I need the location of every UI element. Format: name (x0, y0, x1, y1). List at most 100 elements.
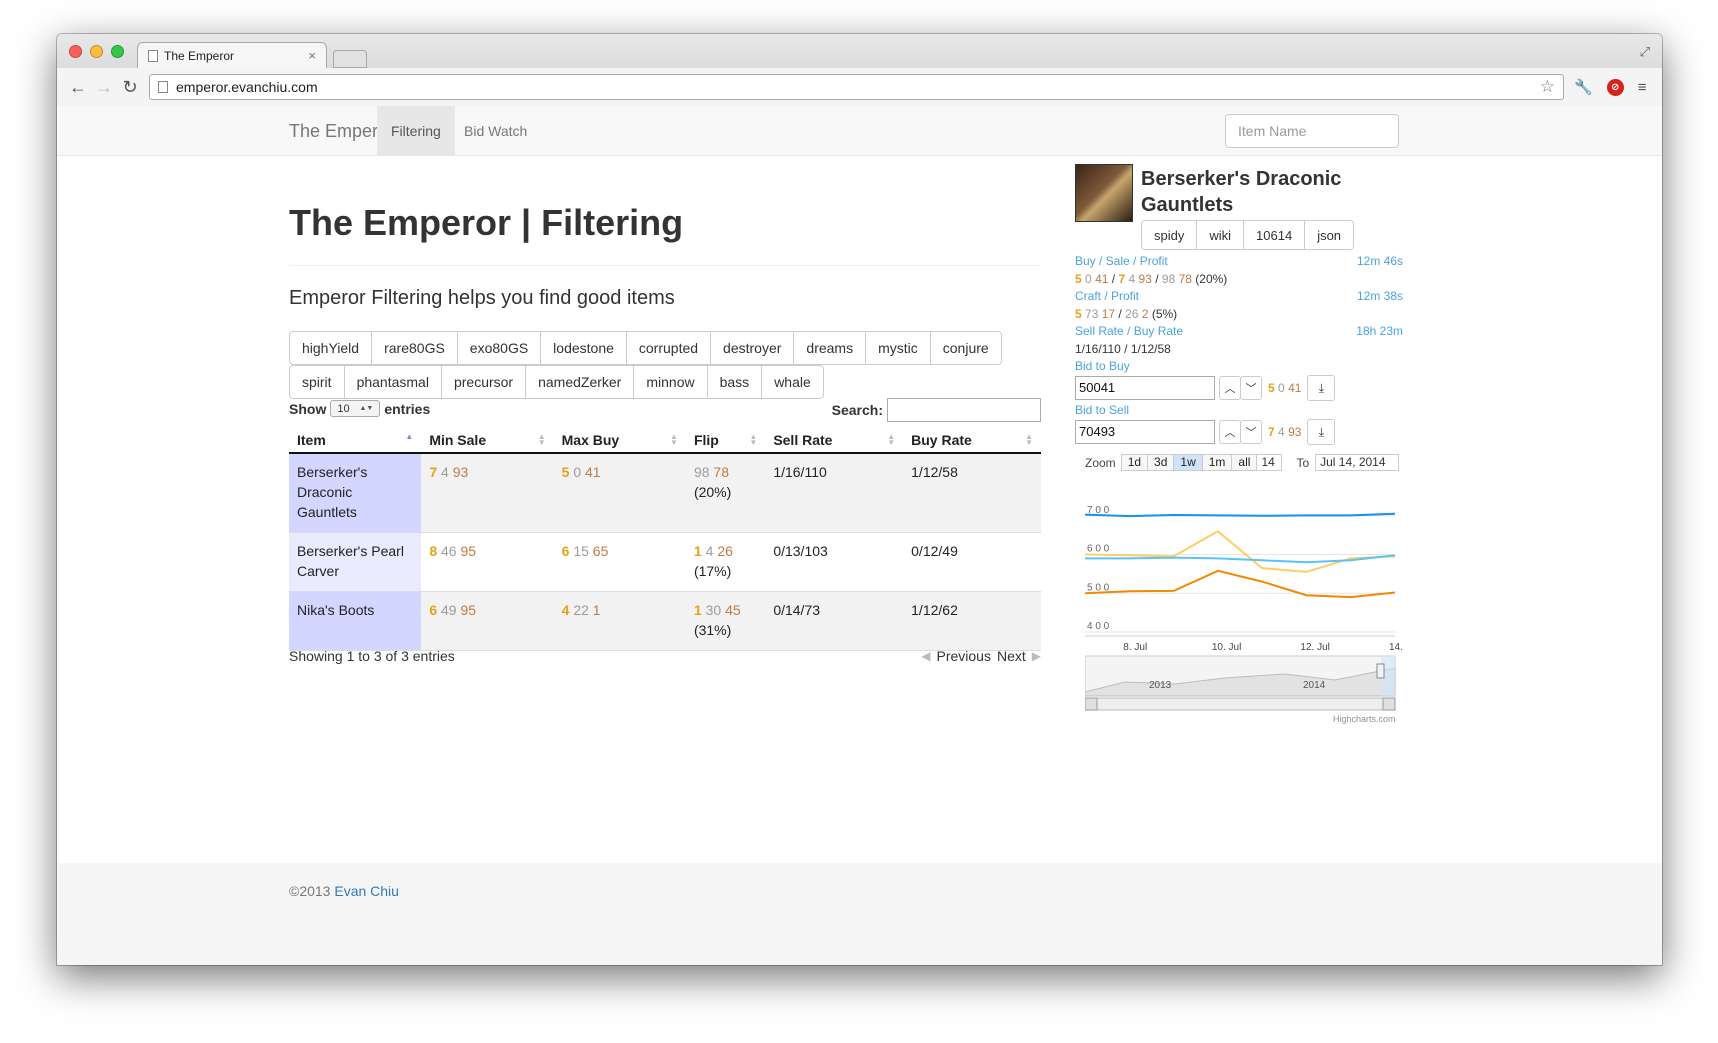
filter-phantasmal-button[interactable]: phantasmal (343, 365, 442, 399)
pagination: ◀ Previous Next ▶ (921, 648, 1041, 664)
copy-icon[interactable]: ⤓ (1307, 419, 1336, 445)
filter-exo80gs-button[interactable]: exo80GS (456, 331, 542, 365)
browser-tab[interactable]: The Emperor × (137, 42, 327, 68)
filter-destroyer-button[interactable]: destroyer (710, 331, 795, 365)
buy-sale-header: Buy / Sale / Profit 12m 46s (1075, 254, 1405, 270)
wiki-button[interactable]: wiki (1196, 220, 1245, 250)
cell-item[interactable]: Nika's Boots (289, 591, 422, 651)
craft-profit-link[interactable]: Craft / Profit (1075, 289, 1139, 303)
next-arrow-icon[interactable]: ▶ (1032, 649, 1041, 663)
address-bar[interactable]: emperor.evanchiu.com ☆ (149, 74, 1564, 100)
minimize-window-icon[interactable] (90, 45, 103, 58)
scrollbar-track[interactable] (1085, 697, 1396, 711)
close-window-icon[interactable] (69, 45, 82, 58)
filter-precursor-button[interactable]: precursor (440, 365, 527, 399)
filter-bass-button[interactable]: bass (706, 365, 763, 399)
adblock-icon[interactable]: ⊘ (1606, 78, 1624, 96)
rate-values: 1/16/110 / 1/12/58 (1075, 342, 1171, 356)
zoom-1w-button[interactable]: 1w (1173, 454, 1203, 471)
close-tab-icon[interactable]: × (308, 48, 316, 63)
item-id-button[interactable]: 10614 (1243, 220, 1306, 250)
to-date-input[interactable]: Jul 14, 2014 (1315, 454, 1400, 471)
x-tick-label: 12. Jul (1300, 642, 1329, 653)
filter-minnow-button[interactable]: minnow (633, 365, 708, 399)
table-row[interactable]: Berserker's Pearl Carver 8 46 95 6 15 65 1 … (289, 532, 1041, 592)
copy-icon[interactable]: ⤓ (1307, 375, 1336, 401)
filter-rare80gs-button[interactable]: rare80GS (371, 331, 458, 365)
col-header-buy-rate[interactable]: Buy Rate ▲ ▼ (903, 426, 1041, 454)
author-link[interactable]: Evan Chiu (334, 883, 399, 899)
chart-credit[interactable]: Highcharts.com (1333, 714, 1396, 724)
cell-item[interactable]: Berserker's Draconic Gauntlets (289, 453, 422, 533)
col-header-item[interactable]: Item ▲ (289, 426, 422, 454)
scroll-left-button[interactable] (1085, 697, 1098, 711)
increment-up-icon[interactable]: ︿ (1219, 376, 1241, 400)
nav-bid-watch[interactable]: Bid Watch (450, 106, 541, 156)
col-header-min-sale[interactable]: Min Sale ▲ ▼ (421, 426, 554, 454)
new-tab-button[interactable] (333, 50, 367, 68)
navigator-handle[interactable] (1376, 663, 1385, 679)
reload-icon[interactable]: ↻ (117, 74, 143, 100)
forward-arrow-icon[interactable]: → (91, 74, 117, 100)
zoom-window-icon[interactable] (111, 45, 124, 58)
bookmark-star-icon[interactable]: ☆ (1540, 77, 1555, 97)
filter-lodestone-button[interactable]: lodestone (540, 331, 627, 365)
entries-select[interactable]: 10 ▲▼ (330, 400, 381, 417)
spidy-button[interactable]: spidy (1141, 220, 1198, 250)
bid-sell-input[interactable]: 70493 (1075, 420, 1215, 444)
wrench-icon[interactable]: 🔧 (1574, 78, 1593, 96)
filter-corrupted-button[interactable]: corrupted (625, 331, 712, 365)
table-info: Showing 1 to 3 of 3 entries (289, 648, 455, 664)
bid-buy-input[interactable]: 50041 (1075, 376, 1215, 400)
bid-sell-row: 70493 ︿ ﹀ 7 4 93 ⤓ (1075, 419, 1405, 445)
craft-header: Craft / Profit 12m 38s (1075, 289, 1405, 305)
filter-dreams-button[interactable]: dreams (793, 331, 867, 365)
filter-spirit-button[interactable]: spirit (289, 365, 345, 399)
col-header-flip[interactable]: Flip ▲ ▼ (685, 426, 766, 454)
x-tick-label: 14. Jul (1389, 642, 1405, 653)
url-text: emperor.evanchiu.com (176, 79, 318, 95)
buy-sale-profit-link[interactable]: Buy / Sale / Profit (1075, 254, 1168, 268)
filter-conjure-button[interactable]: conjure (929, 331, 1002, 365)
fullscreen-icon[interactable]: ⤢ (1640, 44, 1650, 60)
table-search-input[interactable] (887, 398, 1041, 422)
table-row[interactable]: Nika's Boots 6 49 95 4 22 11 30 45 (31%) 0/1… (289, 591, 1041, 651)
bid-buy-row: 50041 ︿ ﹀ 5 0 41 ⤓ (1075, 375, 1405, 401)
to-label: To (1296, 455, 1310, 470)
range-selector: Zoom 1d 3d 1w 1m all 14 To Jul 14, 2014 (1085, 454, 1400, 471)
filter-namedzerker-button[interactable]: namedZerker (525, 365, 635, 399)
from-date-input[interactable]: 14 (1256, 454, 1283, 471)
menu-icon[interactable]: ≡ (1638, 79, 1647, 96)
cell-item[interactable]: Berserker's Pearl Carver (289, 532, 422, 592)
increment-up-icon[interactable]: ︿ (1219, 420, 1241, 444)
item-image (1075, 164, 1133, 222)
cell-max-buy: 6 15 65 (553, 532, 686, 592)
table-row[interactable]: Berserker's Draconic Gauntlets 7 4 93 5 0 … (289, 453, 1041, 533)
col-header-sell-rate[interactable]: Sell Rate ▲ ▼ (765, 426, 904, 454)
item-name-search-input[interactable]: Item Name (1225, 114, 1399, 148)
zoom-all-button[interactable]: all (1231, 454, 1258, 471)
filter-mystic-button[interactable]: mystic (865, 331, 931, 365)
rate-header: Sell Rate / Buy Rate 18h 23m (1075, 324, 1405, 340)
zoom-3d-button[interactable]: 3d (1147, 454, 1175, 471)
buy-sale-age: 12m 46s (1356, 254, 1403, 268)
scroll-right-button[interactable] (1382, 697, 1396, 711)
zoom-1d-button[interactable]: 1d (1120, 454, 1149, 471)
previous-button[interactable]: Previous (937, 648, 991, 664)
json-button[interactable]: json (1304, 220, 1355, 250)
zoom-1m-button[interactable]: 1m (1201, 454, 1233, 471)
entries-label: entries (384, 400, 431, 417)
cell-buy-rate: 1/12/58 (903, 453, 1041, 533)
filter-whale-button[interactable]: whale (761, 365, 824, 399)
navigator-label: 2014 (1303, 680, 1326, 691)
back-arrow-icon[interactable]: ← (65, 74, 91, 100)
decrement-down-icon[interactable]: ﹀ (1240, 376, 1262, 400)
next-button[interactable]: Next (997, 648, 1026, 664)
previous-arrow-icon[interactable]: ◀ (921, 649, 930, 663)
nav-filtering[interactable]: Filtering (377, 106, 455, 156)
cell-buy-rate: 1/12/62 (903, 591, 1041, 651)
rate-link[interactable]: Sell Rate / Buy Rate (1075, 324, 1183, 338)
col-header-max-buy[interactable]: Max Buy ▲ ▼ (553, 426, 686, 454)
filter-highyield-button[interactable]: highYield (289, 331, 373, 365)
decrement-down-icon[interactable]: ﹀ (1240, 420, 1262, 444)
